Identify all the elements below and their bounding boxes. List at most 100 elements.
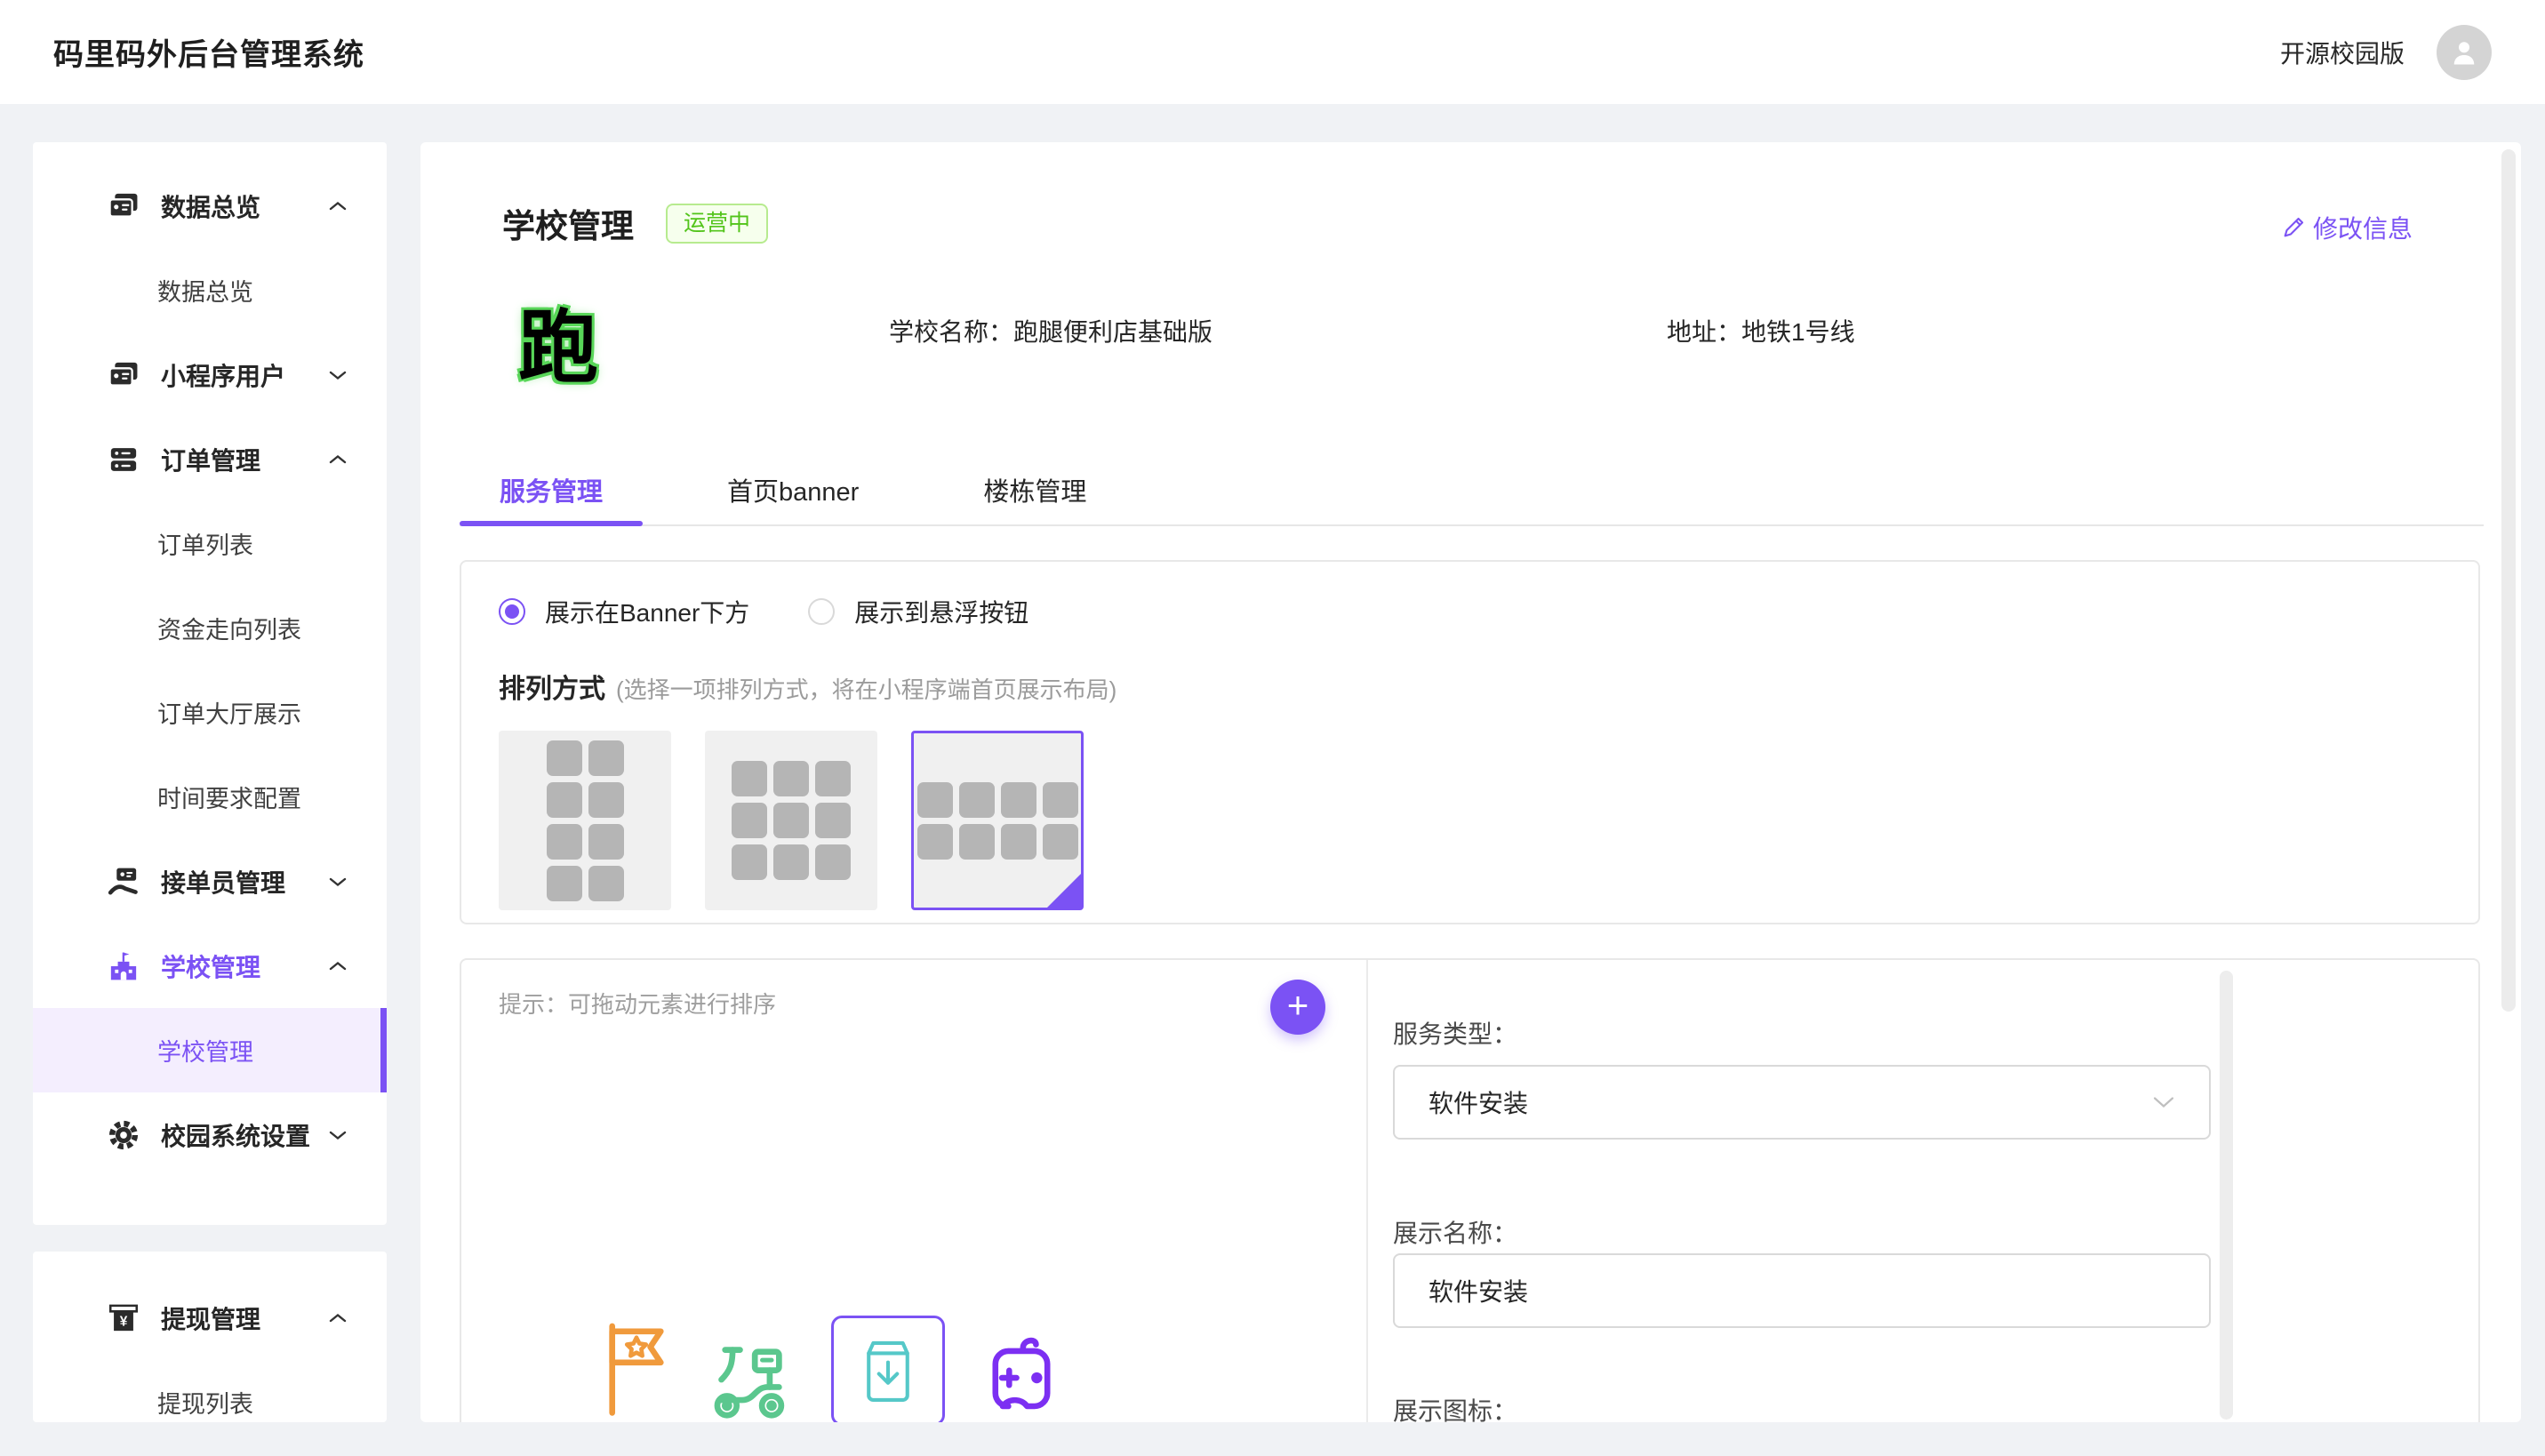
sidebar-item-label: 订单大厅展示 <box>157 695 301 730</box>
school-name-row: 学校名称：跑腿便利店基础版 <box>889 313 1212 348</box>
chevron-down-icon <box>2152 1095 2175 1109</box>
delivery-scooter-icon[interactable] <box>710 1337 792 1419</box>
chevron-up-icon <box>328 960 348 972</box>
sidebar-item-withdraw-list[interactable]: 提现列表 <box>33 1360 387 1422</box>
sidebar-item-label: 时间要求配置 <box>157 780 301 814</box>
layout-preview-grid <box>547 740 624 901</box>
download-box-icon <box>860 1335 916 1406</box>
school-logo: 跑 <box>518 283 598 398</box>
sidebar-item-miniapp-users[interactable]: 小程序用户 <box>33 332 387 417</box>
layout-preview-grid <box>732 761 851 880</box>
sidebar-item-label: 订单列表 <box>157 526 253 561</box>
person-icon <box>2448 36 2480 68</box>
sidebar-item-school-management-sub[interactable]: 学校管理 <box>33 1008 387 1092</box>
add-service-button[interactable]: + <box>1270 980 1325 1035</box>
school-icon <box>108 950 140 982</box>
display-name-value: 软件安装 <box>1429 1273 1528 1308</box>
chevron-down-icon <box>328 1129 348 1141</box>
edition-label: 开源校园版 <box>2280 35 2405 70</box>
radio-show-float-button[interactable]: 展示到悬浮按钮 <box>808 594 1028 629</box>
layout-option-4col-selected[interactable] <box>911 731 1084 910</box>
main-content: 学校管理 运营中 修改信息 跑 学校名称：跑腿便利店基础版 地址：地铁1号线 服… <box>420 142 2521 1422</box>
user-avatar[interactable] <box>2437 25 2492 80</box>
sidebar-item-label: 订单管理 <box>161 442 260 477</box>
sidebar-item-withdraw-management[interactable]: ¥ 提现管理 <box>33 1276 387 1360</box>
sidebar-item-time-requirement-config[interactable]: 时间要求配置 <box>33 755 387 839</box>
sidebar-section-withdraw: ¥ 提现管理 提现列表 <box>33 1252 387 1422</box>
id-card-icon <box>108 190 140 222</box>
sidebar-item-campus-system-settings[interactable]: 校园系统设置 <box>33 1092 387 1177</box>
layout-options <box>499 731 2478 910</box>
chevron-down-icon <box>328 876 348 888</box>
sidebar-item-order-management[interactable]: 订单管理 <box>33 417 387 501</box>
app-title: 码里码外后台管理系统 <box>53 30 364 74</box>
form-scrollbar[interactable] <box>2220 971 2233 1420</box>
sidebar-item-label: 提现管理 <box>161 1300 260 1336</box>
arrange-mode-hint: (选择一项排列方式，将在小程序端首页展示布局) <box>616 672 1116 705</box>
flag-star-icon[interactable] <box>602 1323 671 1420</box>
display-name-label: 展示名称： <box>1393 1214 1517 1250</box>
sidebar-item-order-list[interactable]: 订单列表 <box>33 501 387 586</box>
pencil-icon <box>2281 215 2306 240</box>
drag-sort-area: 提示：可拖动元素进行排序 + <box>461 960 1368 1422</box>
tab-service-management[interactable]: 服务管理 <box>460 455 643 524</box>
chevron-up-icon <box>328 1312 348 1324</box>
sidebar-item-label: 数据总览 <box>157 273 253 308</box>
tab-building-management[interactable]: 楼栋管理 <box>943 455 1126 524</box>
game-controller-icon[interactable] <box>984 1332 1059 1417</box>
chevron-up-icon <box>328 453 348 466</box>
service-type-select[interactable]: 软件安装 <box>1393 1065 2211 1140</box>
radio-label: 展示在Banner下方 <box>545 594 749 629</box>
radio-icon <box>808 598 835 625</box>
page-title-row: 学校管理 运营中 <box>502 199 768 247</box>
arrange-mode-label: 排列方式 <box>499 667 605 706</box>
radio-label: 展示到悬浮按钮 <box>854 594 1028 629</box>
layout-option-2col[interactable] <box>499 731 671 910</box>
school-address-row: 地址：地铁1号线 <box>1667 313 1855 348</box>
storage-icon <box>108 444 140 476</box>
hand-card-icon <box>108 866 140 898</box>
sidebar-item-courier-management[interactable]: 接单员管理 <box>33 839 387 924</box>
edit-info-link[interactable]: 修改信息 <box>2281 210 2413 245</box>
page-title: 学校管理 <box>502 199 634 247</box>
layout-preview-grid <box>917 782 1078 860</box>
radio-show-below-banner[interactable]: 展示在Banner下方 <box>499 594 749 629</box>
service-type-label: 服务类型： <box>1393 1015 1517 1051</box>
service-editor-panel: 提示：可拖动元素进行排序 + <box>460 958 2480 1422</box>
school-name-value: 跑腿便利店基础版 <box>1013 318 1212 346</box>
school-address-label: 地址： <box>1667 318 1741 346</box>
sidebar-item-school-management[interactable]: 学校管理 <box>33 924 387 1008</box>
status-badge: 运营中 <box>666 204 768 244</box>
sidebar-item-order-hall-display[interactable]: 订单大厅展示 <box>33 670 387 755</box>
sidebar-item-data-overview[interactable]: 数据总览 <box>33 164 387 248</box>
layout-option-3col[interactable] <box>705 731 877 910</box>
edit-info-label: 修改信息 <box>2313 210 2413 245</box>
id-card-icon <box>108 359 140 391</box>
display-icon-label: 展示图标： <box>1393 1392 1517 1422</box>
sidebar-item-label: 资金走向列表 <box>157 611 301 645</box>
chevron-up-icon <box>328 200 348 212</box>
sidebar-item-label: 小程序用户 <box>161 357 285 393</box>
sidebar-item-label: 校园系统设置 <box>161 1117 310 1153</box>
arrange-mode-row: 排列方式 (选择一项排列方式，将在小程序端首页展示布局) <box>499 667 2478 706</box>
sidebar-item-label: 接单员管理 <box>161 864 285 900</box>
sidebar-item-label: 学校管理 <box>161 948 260 984</box>
school-address-value: 地铁1号线 <box>1741 318 1855 346</box>
display-name-input[interactable]: 软件安装 <box>1393 1253 2211 1328</box>
sidebar-item-fund-flow-list[interactable]: 资金走向列表 <box>33 586 387 670</box>
gear-icon <box>108 1119 140 1151</box>
tab-bar: 服务管理 首页banner 楼栋管理 <box>460 455 2484 526</box>
sidebar: 数据总览 数据总览 小程序用户 <box>33 142 387 1422</box>
school-name-label: 学校名称： <box>889 318 1013 346</box>
sidebar-item-label: 数据总览 <box>161 188 260 224</box>
radio-icon <box>499 598 525 625</box>
drag-hint: 提示：可拖动元素进行排序 <box>499 987 776 1020</box>
top-bar: 码里码外后台管理系统 开源校园版 <box>0 0 2545 104</box>
selected-service-icon-frame[interactable] <box>831 1316 945 1422</box>
sidebar-section-main: 数据总览 数据总览 小程序用户 <box>33 142 387 1225</box>
main-scrollbar[interactable] <box>2501 149 2516 1012</box>
tab-home-banner[interactable]: 首页banner <box>687 455 899 524</box>
sidebar-item-data-overview-sub[interactable]: 数据总览 <box>33 248 387 332</box>
service-display-panel: 展示在Banner下方 展示到悬浮按钮 排列方式 (选择一项排列方式，将在小程序… <box>460 560 2480 924</box>
chevron-down-icon <box>328 369 348 381</box>
